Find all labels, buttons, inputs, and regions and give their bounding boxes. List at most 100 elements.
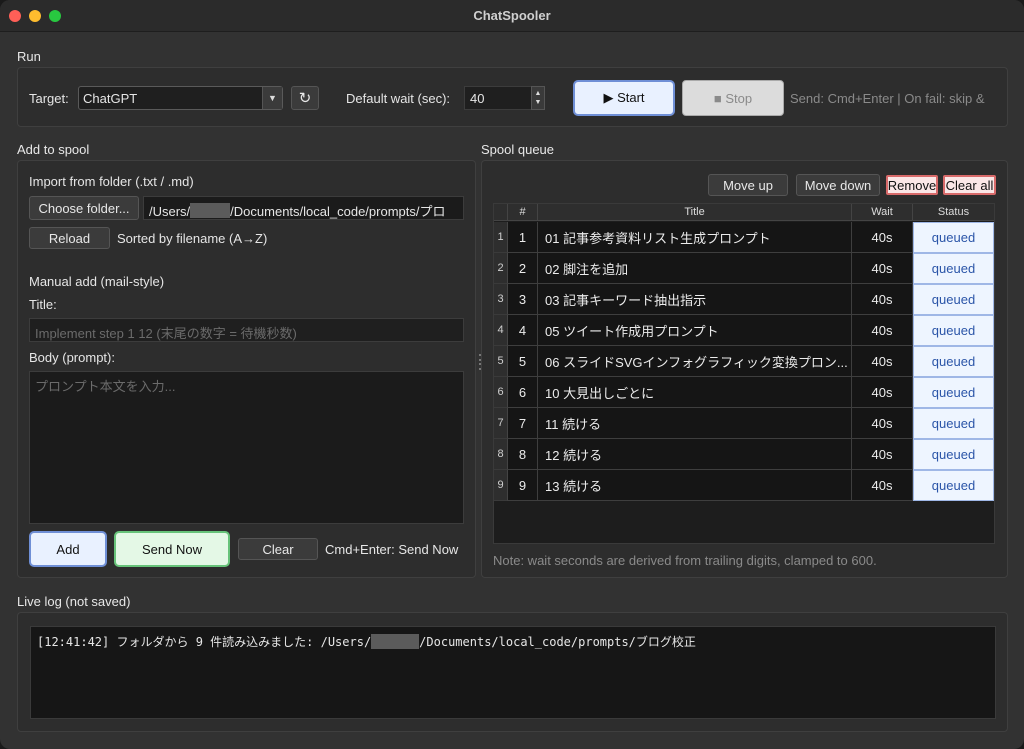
row-header[interactable]: 4 <box>494 315 508 346</box>
move-down-button[interactable]: Move down <box>796 174 880 196</box>
refresh-icon: ↻ <box>298 90 312 107</box>
move-up-button[interactable]: Move up <box>708 174 788 196</box>
row-number-cell[interactable]: 4 <box>508 315 538 346</box>
col-header-num[interactable]: # <box>508 204 538 221</box>
row-status-cell[interactable]: queued <box>913 346 994 377</box>
folder-path-field[interactable]: /Users/ /Documents/local_code/prompts/プロ <box>143 196 464 220</box>
row-status-cell[interactable]: queued <box>913 315 994 346</box>
row-title-cell[interactable]: 13 続ける <box>538 470 852 501</box>
row-status-cell[interactable]: queued <box>913 222 994 253</box>
row-title-cell[interactable]: 02 脚注を追加 <box>538 253 852 284</box>
row-wait-cell[interactable]: 40s <box>852 253 913 284</box>
live-log[interactable]: [12:41:42] フォルダから 9 件読み込みました: /Users/ /Do… <box>30 626 996 719</box>
target-label: Target: <box>29 91 69 106</box>
row-number-cell[interactable]: 7 <box>508 408 538 439</box>
add-section-label: Add to spool <box>17 142 90 157</box>
row-title-cell[interactable]: 01 記事参考資料リスト生成プロンプト <box>538 222 852 253</box>
title-placeholder: Implement step 1 12 (末尾の数字 = 待機秒数) <box>35 326 297 341</box>
row-title-cell[interactable]: 05 ツイート作成用プロンプト <box>538 315 852 346</box>
row-number-cell[interactable]: 8 <box>508 439 538 470</box>
row-wait-cell[interactable]: 40s <box>852 222 913 253</box>
clear-all-button[interactable]: Clear all <box>943 175 996 195</box>
queue-note: Note: wait seconds are derived from trai… <box>493 553 877 568</box>
title-bar: ChatSpooler <box>0 0 1024 32</box>
row-number-cell[interactable]: 3 <box>508 284 538 315</box>
row-status-cell[interactable]: queued <box>913 470 994 501</box>
row-number-cell[interactable]: 9 <box>508 470 538 501</box>
log-line-prefix: [12:41:42] フォルダから 9 件読み込みました: /Users/ <box>37 635 372 649</box>
queue-section-label: Spool queue <box>481 142 555 157</box>
row-wait-cell[interactable]: 40s <box>852 439 913 470</box>
sorted-label: Sorted by filename (A→Z) <box>117 231 268 246</box>
queue-table: # Title Wait Status 1 1 01 記事参考資料リスト生成プロンプ… <box>493 203 995 544</box>
title-field-label: Title: <box>29 297 57 312</box>
run-section-label: Run <box>17 49 41 64</box>
corner-cell <box>494 204 508 221</box>
choose-folder-button[interactable]: Choose folder... <box>29 196 139 220</box>
body-field-label: Body (prompt): <box>29 350 115 365</box>
target-select[interactable]: ChatGPT ▼ <box>78 86 283 110</box>
row-number-cell[interactable]: 5 <box>508 346 538 377</box>
start-button[interactable]: ▶ Start <box>573 80 675 116</box>
refresh-target-button[interactable]: ↻ <box>291 86 319 110</box>
row-header[interactable]: 7 <box>494 408 508 439</box>
import-label: Import from folder (.txt / .md) <box>29 174 194 189</box>
row-header[interactable]: 2 <box>494 253 508 284</box>
body-placeholder: プロンプト本文を入力... <box>35 379 176 394</box>
manual-add-label: Manual add (mail-style) <box>29 274 165 289</box>
default-wait-input[interactable]: 40 <box>464 86 532 110</box>
row-number-cell[interactable]: 6 <box>508 377 538 408</box>
clear-button[interactable]: Clear <box>238 538 318 560</box>
row-wait-cell[interactable]: 40s <box>852 377 913 408</box>
redacted-username <box>190 203 231 218</box>
row-status-cell[interactable]: queued <box>913 253 994 284</box>
app-window: ChatSpooler Run Target: ChatGPT ▼ ↻ Defa… <box>0 0 1024 749</box>
row-header[interactable]: 3 <box>494 284 508 315</box>
add-button[interactable]: Add <box>29 531 107 567</box>
title-input[interactable]: Implement step 1 12 (末尾の数字 = 待機秒数) <box>29 318 464 342</box>
shortcut-hint: Cmd+Enter: Send Now <box>325 542 459 557</box>
default-wait-stepper[interactable]: ▲ ▼ <box>531 86 545 110</box>
reload-button[interactable]: Reload <box>29 227 110 249</box>
row-wait-cell[interactable]: 40s <box>852 408 913 439</box>
col-header-status[interactable]: Status <box>913 204 994 221</box>
window-title: ChatSpooler <box>473 8 551 23</box>
row-status-cell[interactable]: queued <box>913 439 994 470</box>
row-title-cell[interactable]: 11 続ける <box>538 408 852 439</box>
row-title-cell[interactable]: 03 記事キーワード抽出指示 <box>538 284 852 315</box>
chevron-down-icon: ▼ <box>262 87 282 109</box>
row-status-cell[interactable]: queued <box>913 284 994 315</box>
default-wait-label: Default wait (sec): <box>346 91 451 106</box>
row-header[interactable]: 5 <box>494 346 508 377</box>
row-wait-cell[interactable]: 40s <box>852 470 913 501</box>
log-section-label: Live log (not saved) <box>17 594 131 609</box>
row-status-cell[interactable]: queued <box>913 377 994 408</box>
row-title-cell[interactable]: 06 スライドSVGインフォグラフィック変換プロン... <box>538 346 852 377</box>
send-now-button[interactable]: Send Now <box>114 531 230 567</box>
row-wait-cell[interactable]: 40s <box>852 284 913 315</box>
stepper-down-icon: ▼ <box>534 99 542 106</box>
row-number-cell[interactable]: 1 <box>508 222 538 253</box>
row-header[interactable]: 9 <box>494 470 508 501</box>
row-status-cell[interactable]: queued <box>913 408 994 439</box>
folder-path-suffix: /Documents/local_code/prompts/プロ <box>230 204 446 219</box>
stop-button[interactable]: ■ Stop <box>682 80 784 116</box>
col-header-title[interactable]: Title <box>538 204 852 221</box>
row-header[interactable]: 6 <box>494 377 508 408</box>
row-wait-cell[interactable]: 40s <box>852 315 913 346</box>
row-title-cell[interactable]: 12 続ける <box>538 439 852 470</box>
row-header[interactable]: 8 <box>494 439 508 470</box>
row-number-cell[interactable]: 2 <box>508 253 538 284</box>
row-title-cell[interactable]: 10 大見出しごとに <box>538 377 852 408</box>
run-hint: Send: Cmd+Enter | On fail: skip & <box>790 91 985 106</box>
log-line-suffix: /Documents/local_code/prompts/ブログ校正 <box>419 635 696 649</box>
body-textarea[interactable]: プロンプト本文を入力... <box>29 371 464 524</box>
stepper-up-icon: ▲ <box>534 90 542 97</box>
row-header[interactable]: 1 <box>494 222 508 253</box>
target-select-value: ChatGPT <box>83 91 138 106</box>
row-wait-cell[interactable]: 40s <box>852 346 913 377</box>
remove-button[interactable]: Remove <box>886 175 938 195</box>
col-header-wait[interactable]: Wait <box>852 204 913 221</box>
table-header: # Title Wait Status <box>494 204 994 221</box>
redacted-username <box>371 634 420 649</box>
